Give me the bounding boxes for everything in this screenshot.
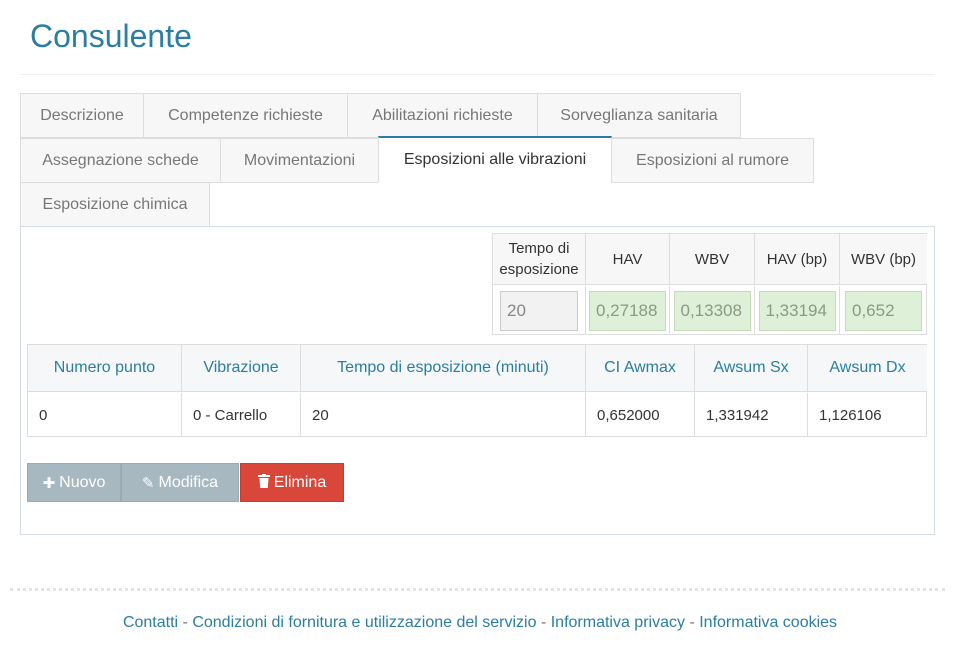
column-header-ci-awmax[interactable]: CI Awmax bbox=[586, 345, 695, 392]
hav-field: 0,27188 bbox=[589, 290, 666, 331]
tab-descrizione[interactable]: Descrizione bbox=[20, 93, 144, 138]
column-header-numero-punto[interactable]: Numero punto bbox=[28, 345, 182, 392]
footer-separator: - bbox=[689, 614, 695, 631]
tab-esposizioni-rumore[interactable]: Esposizioni al rumore bbox=[611, 138, 814, 183]
table-cell: 20 bbox=[301, 393, 586, 437]
summary-cell-hav: 0,27188 bbox=[586, 286, 670, 335]
footer-link-contatti[interactable]: Contatti bbox=[123, 614, 178, 631]
summary-cell-wbv-bp: 0,652 bbox=[840, 286, 927, 335]
plus-icon: ✚ bbox=[42, 474, 56, 492]
edit-button-label: Modifica bbox=[158, 473, 219, 491]
tab-esposizioni-vibrazioni[interactable]: Esposizioni alle vibrazioni bbox=[378, 136, 612, 183]
footer-link-condizioni[interactable]: Condizioni di fornitura e utilizzazione … bbox=[192, 614, 536, 631]
footer-separator: - bbox=[182, 614, 188, 631]
summary-header-wbv: WBV bbox=[670, 234, 755, 285]
column-header-tempo-esposizione[interactable]: Tempo di esposizione (minuti) bbox=[301, 345, 586, 392]
summary-cell-tempo: 20 bbox=[493, 286, 586, 335]
wbv-bp-field: 0,652 bbox=[845, 290, 922, 331]
column-header-awsum-dx[interactable]: Awsum Dx bbox=[808, 345, 927, 392]
summary-header-hav: HAV bbox=[586, 234, 670, 285]
edit-icon: ✎ bbox=[141, 474, 155, 492]
tempo-esposizione-field: 20 bbox=[500, 290, 578, 331]
summary-cell-hav-bp: 1,33194 bbox=[755, 286, 840, 335]
summary-header-wbv-bp: WBV (bp) bbox=[840, 234, 927, 285]
table-cell: 0 bbox=[28, 393, 182, 437]
column-header-vibrazione[interactable]: Vibrazione bbox=[182, 345, 301, 392]
new-button-label: Nuovo bbox=[59, 473, 106, 491]
tab-competenze-richieste[interactable]: Competenze richieste bbox=[143, 93, 348, 138]
new-button[interactable]: ✚ Nuovo bbox=[27, 463, 121, 502]
tab-esposizione-chimica[interactable]: Esposizione chimica bbox=[20, 182, 210, 227]
tab-sorveglianza-sanitaria[interactable]: Sorveglianza sanitaria bbox=[537, 93, 741, 138]
summary-header-tempo: Tempo di esposizione bbox=[493, 234, 586, 285]
wbv-field: 0,13308 bbox=[673, 290, 751, 331]
column-header-awsum-sx[interactable]: Awsum Sx bbox=[695, 345, 808, 392]
footer-divider bbox=[10, 588, 945, 591]
hav-bp-field: 1,33194 bbox=[758, 290, 836, 331]
tab-movimentazioni[interactable]: Movimentazioni bbox=[220, 138, 379, 183]
page-title: Consulente bbox=[30, 18, 192, 54]
edit-button[interactable]: ✎ Modifica bbox=[121, 463, 239, 502]
footer: Contatti - Condizioni di fornitura e uti… bbox=[0, 614, 960, 632]
footer-separator: - bbox=[540, 614, 547, 631]
exposure-summary-table: Tempo di esposizione HAV WBV HAV (bp) WBV… bbox=[492, 233, 927, 335]
summary-cell-wbv: 0,13308 bbox=[670, 286, 755, 335]
table-cell: 0,652000 bbox=[586, 393, 695, 437]
delete-button-label: Elimina bbox=[273, 473, 327, 491]
title-divider bbox=[20, 74, 935, 75]
delete-button[interactable]: Elimina bbox=[240, 463, 344, 502]
tab-abilitazioni-richieste[interactable]: Abilitazioni richieste bbox=[347, 93, 538, 138]
table-cell: 0 - Carrello bbox=[182, 393, 301, 437]
summary-header-hav-bp: HAV (bp) bbox=[755, 234, 840, 285]
trash-icon bbox=[257, 473, 270, 492]
footer-link-cookies[interactable]: Informativa cookies bbox=[699, 614, 837, 631]
table-cell: 1,331942 bbox=[695, 393, 808, 437]
table-cell: 1,126106 bbox=[819, 406, 882, 424]
footer-link-privacy[interactable]: Informativa privacy bbox=[551, 614, 685, 631]
vibration-points-table: Numero punto Vibrazione Tempo di esposiz… bbox=[27, 344, 927, 437]
tab-assegnazione-schede[interactable]: Assegnazione schede bbox=[20, 138, 221, 183]
